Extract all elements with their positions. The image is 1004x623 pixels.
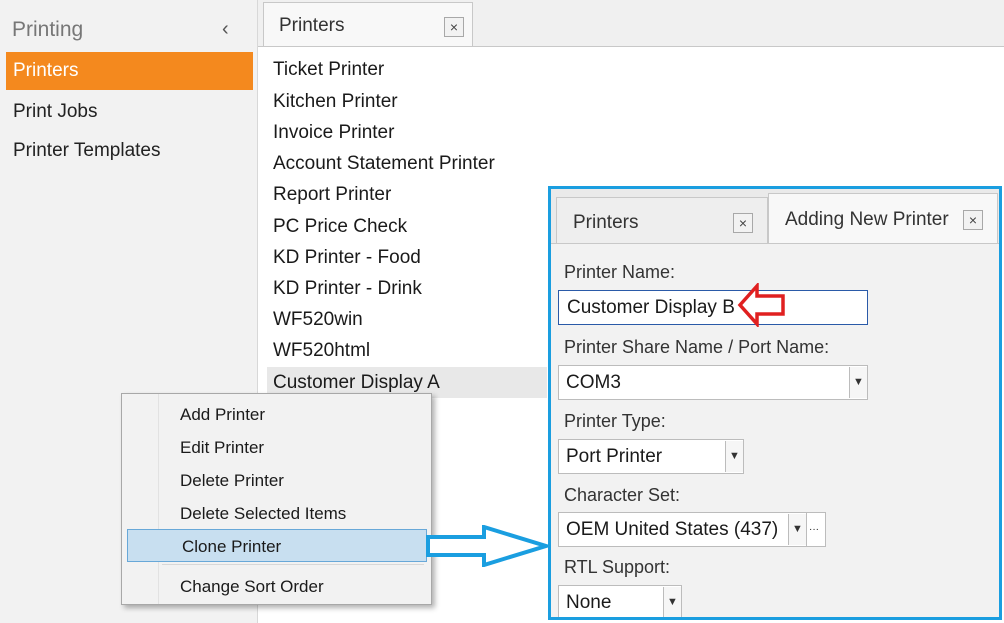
nav-item-printers[interactable]: Printers	[6, 52, 253, 90]
menu-item-add-printer[interactable]: Add Printer	[126, 398, 426, 431]
share-name-value: COM3	[566, 372, 621, 393]
menu-item-clone-printer[interactable]: Clone Printer	[127, 529, 427, 562]
tab-printers[interactable]: Printers ×	[556, 197, 768, 243]
left-panel-title: Printing	[12, 18, 84, 41]
menu-item-delete-printer[interactable]: Delete Printer	[126, 464, 426, 497]
chevron-down-icon[interactable]: ▼	[788, 514, 806, 545]
list-item[interactable]: PC Price Check	[267, 211, 547, 242]
character-set-combo[interactable]: OEM United States (437) ▼	[558, 512, 807, 547]
nav-item-print-jobs[interactable]: Print Jobs	[6, 93, 253, 131]
tab-printers-label: Printers	[279, 15, 345, 36]
red-arrow-left-icon	[737, 283, 785, 327]
chevron-down-icon[interactable]: ▼	[725, 441, 743, 472]
arrow-right-icon	[426, 525, 550, 567]
chevron-left-icon[interactable]: ‹	[222, 18, 229, 41]
printer-name-label: Printer Name:	[564, 262, 676, 282]
close-icon[interactable]: ×	[444, 17, 464, 37]
list-item[interactable]: Invoice Printer	[267, 117, 547, 148]
main-tabstrip: Printers ×	[258, 0, 1004, 47]
printer-type-value: Port Printer	[566, 446, 663, 467]
tab-printers-label: Printers	[573, 212, 639, 233]
list-item[interactable]: WF520html	[267, 335, 547, 366]
character-set-label: Character Set:	[564, 485, 681, 505]
rtl-support-combo[interactable]: None ▼	[558, 585, 682, 617]
callout-new-printer-panel: Printers × Adding New Printer × Printer …	[548, 186, 1002, 620]
share-name-label: Printer Share Name / Port Name:	[564, 337, 830, 357]
printer-type-label: Printer Type:	[564, 411, 666, 431]
character-set-more-button[interactable]: ···	[806, 512, 826, 547]
list-item[interactable]: KD Printer - Drink	[267, 273, 547, 304]
character-set-value: OEM United States (437)	[566, 519, 779, 540]
rtl-support-value: None	[566, 592, 612, 613]
callout-tabstrip: Printers × Adding New Printer ×	[551, 189, 999, 244]
share-name-combo[interactable]: COM3 ▼	[558, 365, 868, 400]
chevron-down-icon[interactable]: ▼	[849, 367, 867, 398]
rtl-support-label: RTL Support:	[564, 557, 671, 577]
list-item[interactable]: Ticket Printer	[267, 54, 547, 85]
close-icon[interactable]: ×	[963, 210, 983, 230]
tab-printers[interactable]: Printers ×	[263, 2, 473, 46]
chevron-down-icon[interactable]: ▼	[663, 587, 681, 617]
list-item[interactable]: WF520win	[267, 304, 547, 335]
list-item[interactable]: Kitchen Printer	[267, 86, 547, 117]
context-menu: Add Printer Edit Printer Delete Printer …	[121, 393, 432, 605]
left-panel-header: Printing ‹	[0, 8, 258, 48]
nav-item-printer-templates[interactable]: Printer Templates	[6, 132, 253, 170]
printer-name-field[interactable]: Customer Display B	[558, 290, 868, 325]
menu-separator	[162, 564, 424, 565]
tab-adding-new-printer-label: Adding New Printer	[785, 209, 949, 230]
menu-item-edit-printer[interactable]: Edit Printer	[126, 431, 426, 464]
close-icon[interactable]: ×	[733, 213, 753, 233]
tab-adding-new-printer[interactable]: Adding New Printer ×	[768, 193, 998, 243]
menu-item-change-sort-order[interactable]: Change Sort Order	[126, 570, 426, 603]
list-item[interactable]: Report Printer	[267, 179, 547, 210]
printer-type-combo[interactable]: Port Printer ▼	[558, 439, 744, 474]
menu-item-delete-selected-items[interactable]: Delete Selected Items	[126, 497, 426, 530]
list-item[interactable]: Account Statement Printer	[267, 148, 547, 179]
list-item[interactable]: KD Printer - Food	[267, 242, 547, 273]
